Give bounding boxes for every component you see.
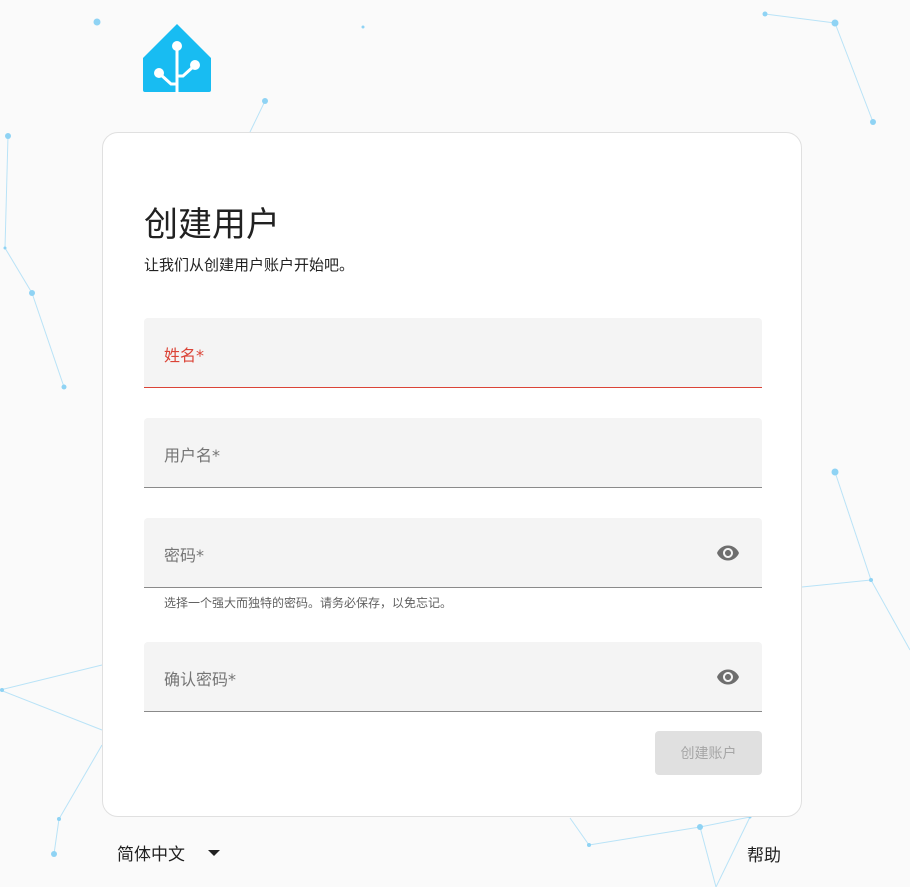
username-field-label: 用户名* — [164, 446, 221, 465]
eye-icon[interactable] — [716, 665, 740, 689]
page-subtitle: 让我们从创建用户账户开始吧。 — [144, 256, 355, 274]
language-label: 简体中文 — [117, 845, 185, 865]
confirm-password-field-label: 确认密码* — [164, 670, 237, 689]
caret-down-icon — [208, 849, 220, 856]
eye-icon[interactable] — [716, 541, 740, 565]
create-user-card: 创建用户 让我们从创建用户账户开始吧。 姓名* 用户名* 密码* 选择一个强大而… — [102, 132, 802, 817]
confirm-password-field[interactable]: 确认密码* — [144, 642, 762, 712]
name-field-label: 姓名* — [164, 346, 205, 365]
password-field-label: 密码* — [164, 546, 205, 565]
password-helper-text: 选择一个强大而独特的密码。请务必保存，以免忘记。 — [164, 596, 453, 610]
password-field[interactable]: 密码* — [144, 518, 762, 588]
page-title: 创建用户 — [144, 205, 280, 245]
username-field[interactable]: 用户名* — [144, 418, 762, 488]
language-selector[interactable]: 简体中文 — [117, 840, 221, 865]
create-account-button[interactable]: 创建账户 — [655, 731, 762, 775]
name-field[interactable]: 姓名* — [144, 318, 762, 388]
help-link[interactable]: 帮助 — [747, 841, 781, 866]
home-assistant-logo-icon — [143, 24, 211, 94]
